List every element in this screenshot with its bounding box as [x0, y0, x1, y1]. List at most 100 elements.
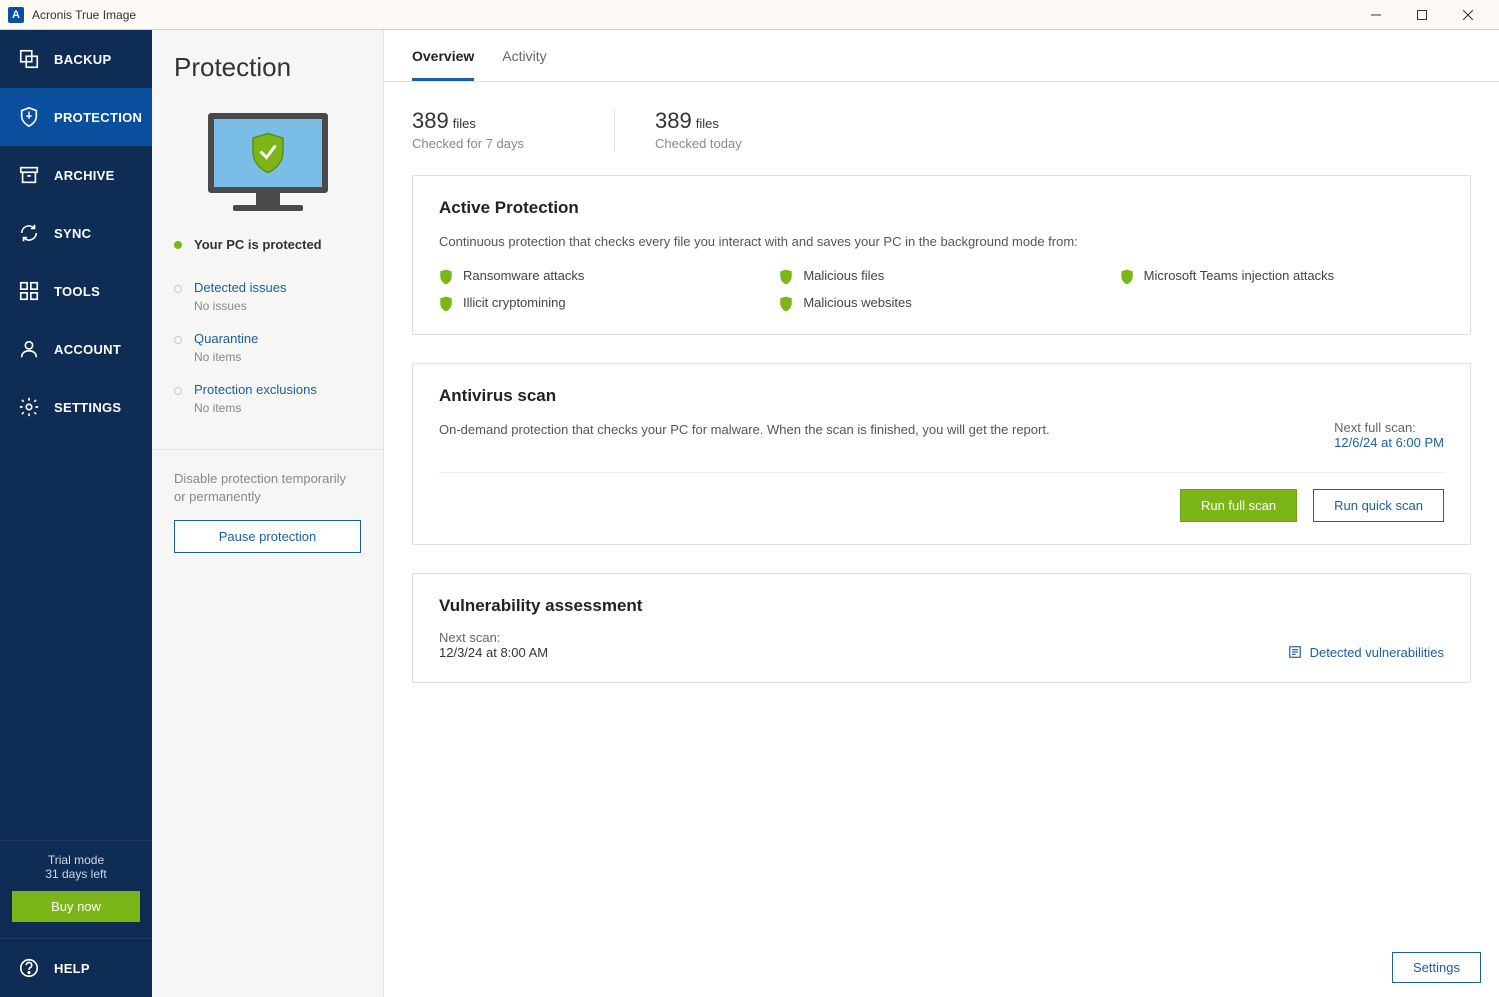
- tab-overview[interactable]: Overview: [412, 48, 474, 81]
- card-title: Vulnerability assessment: [439, 596, 1444, 616]
- list-icon: [1288, 645, 1302, 659]
- vulnerability-card: Vulnerability assessment Next scan: 12/3…: [412, 573, 1471, 683]
- sidebar-label: HELP: [54, 961, 90, 976]
- stat-unit: files: [453, 116, 476, 131]
- run-quick-scan-button[interactable]: Run quick scan: [1313, 489, 1444, 522]
- card-title: Active Protection: [439, 198, 1444, 218]
- exclusions-label: Protection exclusions: [194, 382, 317, 397]
- disable-text: Disable protection temporarily or perman…: [152, 450, 383, 520]
- stat-number: 389: [655, 108, 692, 133]
- threat-item: Ransomware attacks: [439, 268, 763, 285]
- quarantine-sub: No items: [194, 350, 258, 364]
- grid-icon: [18, 280, 40, 302]
- help-icon: [18, 957, 40, 979]
- sidebar-item-archive[interactable]: ARCHIVE: [0, 146, 152, 204]
- titlebar: A Acronis True Image: [0, 0, 1499, 30]
- protection-status: Your PC is protected: [152, 229, 383, 270]
- status-text: Your PC is protected: [194, 237, 322, 252]
- card-title: Antivirus scan: [439, 386, 1444, 406]
- shield-icon: [18, 106, 40, 128]
- detected-issues-link[interactable]: Detected issues No issues: [174, 280, 361, 313]
- sidebar-label: BACKUP: [54, 52, 111, 67]
- detected-vulnerabilities-link[interactable]: Detected vulnerabilities: [1288, 645, 1444, 660]
- maximize-button[interactable]: [1399, 0, 1445, 30]
- stat-checked-7days: 389 files Checked for 7 days: [412, 108, 614, 151]
- run-full-scan-button[interactable]: Run full scan: [1180, 489, 1297, 522]
- stat-sub: Checked for 7 days: [412, 136, 524, 151]
- archive-icon: [18, 164, 40, 186]
- next-scan-value[interactable]: 12/6/24 at 6:00 PM: [1334, 435, 1444, 450]
- stat-number: 389: [412, 108, 449, 133]
- quarantine-label: Quarantine: [194, 331, 258, 346]
- threat-label: Illicit cryptomining: [463, 295, 566, 310]
- status-dot-icon: [174, 241, 182, 249]
- pause-protection-button[interactable]: Pause protection: [174, 520, 361, 553]
- gear-icon: [18, 396, 40, 418]
- sidebar-item-account[interactable]: ACCOUNT: [0, 320, 152, 378]
- sidebar: BACKUP PROTECTION ARCHIVE SYNC TOOLS ACC…: [0, 30, 152, 997]
- sidebar-label: ARCHIVE: [54, 168, 115, 183]
- minimize-button[interactable]: [1353, 0, 1399, 30]
- vuln-link-label: Detected vulnerabilities: [1310, 645, 1444, 660]
- sidebar-item-settings[interactable]: SETTINGS: [0, 378, 152, 436]
- threat-label: Malicious websites: [803, 295, 911, 310]
- settings-button[interactable]: Settings: [1392, 952, 1481, 983]
- detected-issues-label: Detected issues: [194, 280, 287, 295]
- threat-label: Microsoft Teams injection attacks: [1144, 268, 1335, 283]
- stats-row: 389 files Checked for 7 days 389 files Che…: [384, 82, 1499, 161]
- shield-icon: [439, 296, 453, 312]
- buy-now-button[interactable]: Buy now: [12, 891, 140, 922]
- sidebar-label: ACCOUNT: [54, 342, 121, 357]
- tabs: Overview Activity: [384, 30, 1499, 82]
- stat-unit: files: [696, 116, 719, 131]
- sidebar-label: SYNC: [54, 226, 91, 241]
- sync-icon: [18, 222, 40, 244]
- user-icon: [18, 338, 40, 360]
- shield-icon: [439, 269, 453, 285]
- exclusions-sub: No items: [194, 401, 317, 415]
- protection-illustration: [152, 91, 383, 229]
- threat-label: Ransomware attacks: [463, 268, 584, 283]
- app-icon: A: [8, 7, 24, 23]
- quarantine-link[interactable]: Quarantine No items: [174, 331, 361, 364]
- sidebar-item-sync[interactable]: SYNC: [0, 204, 152, 262]
- trial-days-label: 31 days left: [12, 867, 140, 881]
- stat-checked-today: 389 files Checked today: [614, 108, 832, 151]
- trial-footer: Trial mode 31 days left Buy now: [0, 840, 152, 938]
- shield-check-icon: [250, 132, 286, 174]
- vuln-next-label: Next scan:: [439, 630, 548, 645]
- shield-icon: [779, 269, 793, 285]
- stat-sub: Checked today: [655, 136, 742, 151]
- threat-item: Microsoft Teams injection attacks: [1120, 268, 1444, 285]
- threat-item: Malicious websites: [779, 295, 1103, 312]
- threat-item: Malicious files: [779, 268, 1103, 285]
- vuln-next-value: 12/3/24 at 8:00 AM: [439, 645, 548, 660]
- close-button[interactable]: [1445, 0, 1491, 30]
- threat-label: Malicious files: [803, 268, 884, 283]
- bullet-icon: [174, 336, 182, 344]
- next-scan-label: Next full scan:: [1334, 420, 1444, 435]
- tab-activity[interactable]: Activity: [502, 48, 546, 81]
- sidebar-item-backup[interactable]: BACKUP: [0, 30, 152, 88]
- backup-icon: [18, 48, 40, 70]
- page-title: Protection: [174, 52, 361, 83]
- main-content: Overview Activity 389 files Checked for 7…: [384, 30, 1499, 997]
- sidebar-label: TOOLS: [54, 284, 100, 299]
- sidebar-item-protection[interactable]: PROTECTION: [0, 88, 152, 146]
- sidebar-label: PROTECTION: [54, 110, 142, 125]
- shield-icon: [1120, 269, 1134, 285]
- sidebar-item-help[interactable]: HELP: [0, 938, 152, 997]
- card-description: Continuous protection that checks every …: [439, 232, 1444, 252]
- antivirus-scan-card: Antivirus scan On-demand protection that…: [412, 363, 1471, 545]
- detected-issues-sub: No issues: [194, 299, 287, 313]
- card-description: On-demand protection that checks your PC…: [439, 420, 1294, 450]
- protection-panel: Protection Your PC is protected Detected…: [152, 30, 384, 997]
- sidebar-label: SETTINGS: [54, 400, 121, 415]
- threat-item: Illicit cryptomining: [439, 295, 763, 312]
- window-title: Acronis True Image: [32, 8, 136, 22]
- active-protection-card: Active Protection Continuous protection …: [412, 175, 1471, 335]
- trial-mode-label: Trial mode: [12, 853, 140, 867]
- sidebar-item-tools[interactable]: TOOLS: [0, 262, 152, 320]
- bullet-icon: [174, 285, 182, 293]
- exclusions-link[interactable]: Protection exclusions No items: [174, 382, 361, 415]
